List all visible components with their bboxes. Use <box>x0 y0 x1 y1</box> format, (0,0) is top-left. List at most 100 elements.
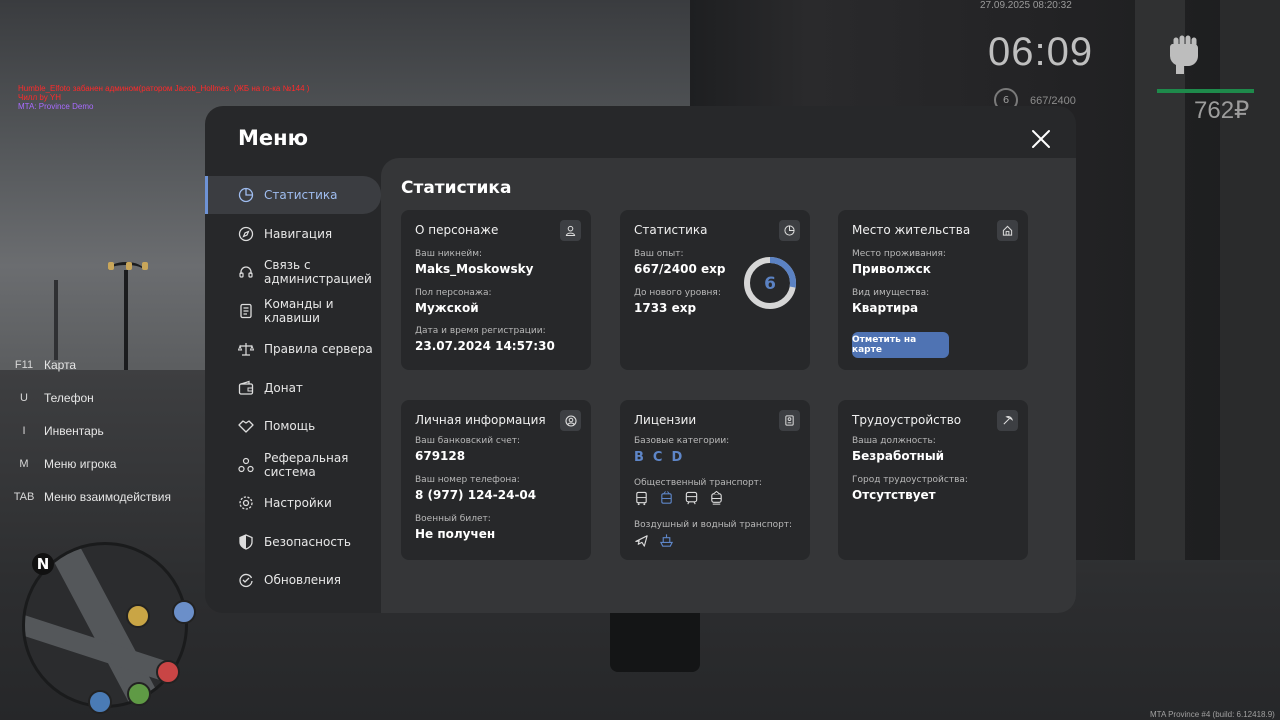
trolleybus-icon <box>661 491 672 504</box>
menu-title: Меню <box>238 126 309 150</box>
exp-value: 667/2400 exp <box>634 262 726 276</box>
card-title: Трудоустройство <box>852 413 962 427</box>
sidebar-item-label: Настройки <box>264 496 332 510</box>
keybind-label: Меню игрока <box>44 456 117 471</box>
level-progress-ring: 6 <box>744 257 796 309</box>
tram-icon <box>711 491 722 505</box>
field-label: Ваш опыт: <box>634 249 684 259</box>
sidebar-item-statistics[interactable]: Статистика <box>205 176 381 214</box>
stats-icon <box>779 220 800 241</box>
keybind-row: I Инвентарь <box>10 414 171 447</box>
city-value: Отсутствует <box>852 488 936 502</box>
license-category: C <box>652 450 663 465</box>
sidebar-item-settings[interactable]: Настройки <box>205 484 381 522</box>
content-panel: Статистика О персонаже Ваш никнейм: Maks… <box>381 158 1076 613</box>
air-water-transport-icons <box>634 533 674 548</box>
keybind-row: F11 Карта <box>10 348 171 381</box>
field-label: Военный билет: <box>415 514 491 524</box>
keybind-row: M Меню игрока <box>10 447 171 480</box>
sidebar-item-label: Статистика <box>264 188 338 202</box>
sidebar-item-label: Команды и клавиши <box>264 296 334 325</box>
handshake-icon <box>238 420 254 433</box>
debug-line: Чилл by YH <box>18 93 61 102</box>
position-value: Безработный <box>852 449 945 463</box>
building-column <box>1135 0 1185 560</box>
keybind-label: Телефон <box>44 390 94 405</box>
home-icon <box>997 220 1018 241</box>
keybind-label: Инвентарь <box>44 423 104 438</box>
compass-icon <box>238 226 254 241</box>
sidebar-item-label: Правила сервера <box>264 342 373 356</box>
hud-datetime: 27.09.2025 08:20:32 <box>980 0 1072 11</box>
card-title: Статистика <box>634 223 708 237</box>
keybind-row: U Телефон <box>10 381 171 414</box>
wallet-icon <box>238 380 254 395</box>
sidebar-item-rules[interactable]: Правила сервера <box>205 330 381 368</box>
field-label: Место проживания: <box>852 249 946 259</box>
keybind-label: Меню взаимодействия <box>44 489 171 504</box>
sidebar-item-label: Навигация <box>264 226 333 241</box>
player-character <box>610 612 700 672</box>
field-label: Город трудоустройства: <box>852 475 968 485</box>
mark-on-map-button[interactable]: Отметить на карте <box>852 332 949 358</box>
field-label: Ваш никнейм: <box>415 249 483 259</box>
card-title: Лицензии <box>634 413 697 427</box>
nickname-value: Maks_Moskowsky <box>415 262 534 276</box>
sidebar-item-navigation[interactable]: Навигация <box>205 215 381 253</box>
field-label: Общественный транспорт: <box>634 478 762 488</box>
phone-value: 8 (977) 124-24-04 <box>415 488 537 502</box>
refresh-icon <box>239 573 253 588</box>
field-label: Дата и время регистрации: <box>415 326 546 336</box>
gender-value: Мужской <box>415 301 479 315</box>
key-cap: F11 <box>14 358 34 371</box>
scales-icon <box>238 343 254 356</box>
sidebar-item-commands[interactable]: Команды и клавиши <box>205 292 381 330</box>
sidebar-item-label: Связь с администрацией <box>264 258 372 286</box>
character-card: О персонаже Ваш никнейм: Maks_Moskowsky … <box>401 210 591 370</box>
fist-icon <box>1169 35 1198 74</box>
card-title: О персонаже <box>415 223 499 237</box>
public-transport-icons <box>634 491 724 506</box>
sidebar-item-donate[interactable]: Донат <box>205 369 381 407</box>
document-icon <box>240 303 252 318</box>
stats-icon <box>238 187 254 203</box>
sidebar-item-updates[interactable]: Обновления <box>205 561 381 599</box>
sidebar-item-admin-contact[interactable]: Связь с администрацией <box>205 253 381 291</box>
hospital-blip-icon <box>156 660 180 684</box>
field-label: Пол персонажа: <box>415 288 492 298</box>
sidebar-item-label: Донат <box>264 380 303 395</box>
building-column <box>1220 0 1280 560</box>
residence-card: Место жительства Место проживания: Приво… <box>838 210 1028 370</box>
field-label: Базовые категории: <box>634 436 730 446</box>
field-label: Ваш банковский счет: <box>415 436 521 446</box>
sidebar-item-label: Реферальная система <box>264 450 349 479</box>
debug-line: Humble_Elfoto забанен админом(ратором Ja… <box>18 84 310 93</box>
hud-clock: 06:09 <box>988 30 1094 74</box>
level-number: 6 <box>764 274 776 294</box>
sidebar-item-security[interactable]: Безопасность <box>205 523 381 561</box>
key-cap: TAB <box>13 490 35 503</box>
shield-icon <box>239 533 253 550</box>
keybind-label: Карта <box>44 357 77 372</box>
place-value: Приволжск <box>852 262 931 276</box>
menu-sidebar: Статистика Навигация Связь с администрац… <box>205 176 381 600</box>
close-icon[interactable] <box>1030 128 1052 150</box>
train-icon <box>685 491 698 505</box>
sidebar-item-help[interactable]: Помощь <box>205 407 381 445</box>
sidebar-item-referral[interactable]: Реферальная система <box>205 446 381 484</box>
referral-icon <box>238 457 254 472</box>
health-bar <box>1157 89 1254 93</box>
gear-icon <box>239 496 253 510</box>
build-info: MTA Province #4 (build: 6.12418.9) <box>1150 710 1275 719</box>
boat-icon <box>659 534 674 547</box>
license-category: D <box>671 450 683 465</box>
lamp-light <box>142 262 148 270</box>
license-category: B <box>634 450 644 465</box>
plane-icon <box>635 535 648 547</box>
field-label: Ваш номер телефона: <box>415 475 520 485</box>
keybind-row: TAB Меню взаимодействия <box>10 480 171 513</box>
bank-value: 679128 <box>415 449 466 463</box>
sidebar-item-label: Обновления <box>264 573 342 587</box>
user-icon <box>560 220 581 241</box>
bus-blip-icon <box>88 690 112 714</box>
